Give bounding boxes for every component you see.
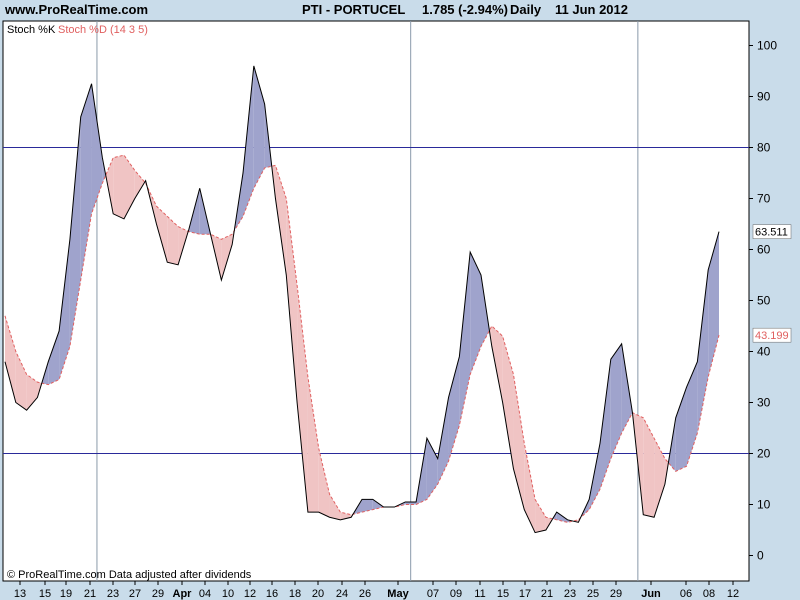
- x-tick-label: 10: [222, 588, 234, 600]
- fill-band: [113, 155, 124, 219]
- x-tick-label: 25: [587, 588, 599, 600]
- x-tick-label: 20: [312, 588, 324, 600]
- legend-stoch-k: Stoch %K: [7, 24, 56, 36]
- x-tick-label: 15: [497, 588, 509, 600]
- footer-note: © ProRealTime.com Data adjusted after di…: [7, 569, 252, 581]
- x-tick-label: 18: [289, 588, 301, 600]
- x-tick-label: 13: [14, 588, 26, 600]
- k-last-value: 63.511: [755, 227, 788, 239]
- x-tick-label: 29: [152, 588, 164, 600]
- stochastic-chart: 0 10 20 30 40 50 60 70 80 90 100 63.511 43.199 13 15 19…: [2, 20, 792, 600]
- y-tick-label: 20: [757, 447, 771, 461]
- x-tick-label: 26: [359, 588, 371, 600]
- x-tick-label: 11: [474, 588, 485, 600]
- x-tick-label: 12: [244, 588, 256, 600]
- y-tick-label: 10: [757, 498, 771, 512]
- y-tick-label: 0: [757, 549, 764, 563]
- y-tick-label: 80: [757, 141, 771, 155]
- x-tick-label: 15: [39, 588, 51, 600]
- x-tick-label: 27: [129, 588, 141, 600]
- x-tick-label: 23: [107, 588, 119, 600]
- x-tick-label: Apr: [173, 588, 193, 600]
- y-tick-label: 90: [757, 90, 771, 104]
- x-tick-label: 12: [727, 588, 739, 600]
- x-tick-label: Jun: [641, 588, 661, 600]
- x-tick-label: 08: [703, 588, 715, 600]
- x-tick-label: 24: [336, 588, 348, 600]
- x-tick-label: 21: [84, 588, 96, 600]
- x-tick-label: 04: [199, 588, 211, 600]
- x-tick-label: 21: [541, 588, 553, 600]
- x-tick-label: 23: [564, 588, 576, 600]
- legend-stoch-d: Stoch %D (14 3 5): [58, 24, 148, 36]
- x-tick-label: 29: [610, 588, 622, 600]
- x-tick-label: 06: [680, 588, 692, 600]
- y-tick-label: 70: [757, 192, 771, 206]
- x-tick-label: 17: [519, 588, 531, 600]
- x-tick-label: 07: [427, 588, 439, 600]
- y-tick-label: 60: [757, 243, 771, 257]
- y-tick-label: 50: [757, 294, 771, 308]
- d-last-value: 43.199: [755, 330, 789, 342]
- y-tick-label: 100: [757, 39, 777, 53]
- x-tick-label: May: [387, 588, 409, 600]
- plot-area: [2, 20, 750, 582]
- y-tick-label: 30: [757, 396, 771, 410]
- x-tick-label: 09: [450, 588, 462, 600]
- x-tick-label: 16: [266, 588, 278, 600]
- x-tick-label: 19: [60, 588, 72, 600]
- y-tick-label: 40: [757, 345, 771, 359]
